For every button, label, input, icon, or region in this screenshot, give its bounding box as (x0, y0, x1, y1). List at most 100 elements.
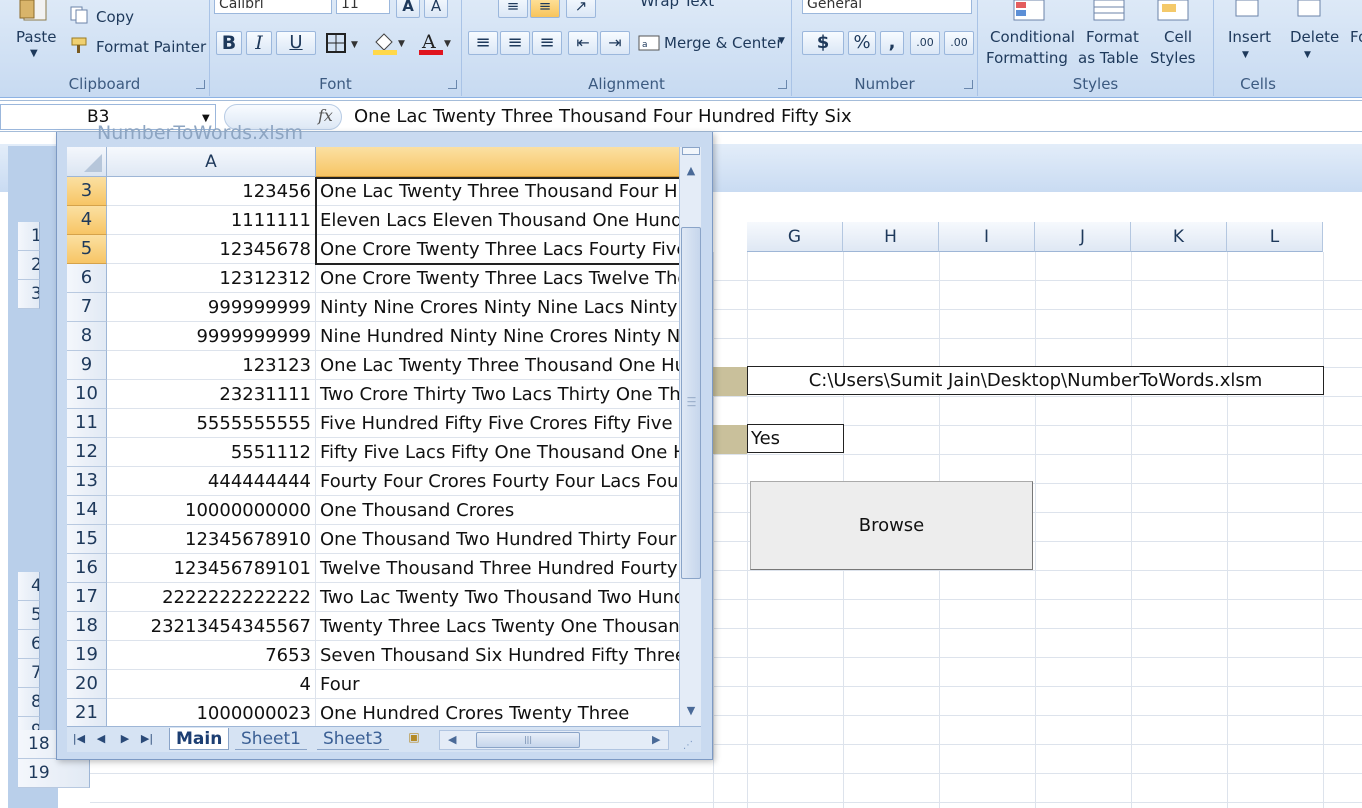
words-cell[interactable]: Fifty Five Lacs Fifty One Thousand One H… (316, 438, 679, 467)
words-cell[interactable]: Nine Hundred Ninty Nine Crores Ninty Nin… (316, 322, 679, 351)
row-header[interactable]: 10 (67, 380, 107, 409)
row-header[interactable]: 14 (67, 496, 107, 525)
column-header-k[interactable]: K (1131, 222, 1227, 252)
words-cell[interactable]: One Thousand Two Hundred Thirty Four (316, 525, 679, 554)
vertical-scroll-thumb[interactable]: — — — (681, 227, 701, 579)
fill-color-icon[interactable]: ▼ (370, 30, 410, 56)
comma-button[interactable]: , (880, 31, 904, 55)
number-cell[interactable]: 4 (107, 670, 316, 699)
words-cell[interactable]: Five Hundred Fifty Five Crores Fifty Fiv… (316, 409, 679, 438)
row-header[interactable]: 18 (67, 612, 107, 641)
middle-align-icon[interactable]: ≡ (530, 0, 560, 18)
number-cell[interactable]: 9999999999 (107, 322, 316, 351)
row-header[interactable]: 20 (67, 670, 107, 699)
background-row-header[interactable]: 7 (18, 659, 40, 688)
yes-cell[interactable]: Yes (747, 424, 844, 453)
number-cell[interactable]: 1111111 (107, 206, 316, 235)
words-cell[interactable]: Two Crore Thirty Two Lacs Thirty One Tho… (316, 380, 679, 409)
words-cell[interactable]: Fourty Four Crores Fourty Four Lacs Four… (316, 467, 679, 496)
top-align-icon[interactable]: ≡ (498, 0, 528, 18)
insert-sheet-icon[interactable]: ▣ (403, 730, 425, 748)
background-row-header[interactable]: 4 (18, 572, 40, 601)
row-header[interactable]: 15 (67, 525, 107, 554)
words-cell[interactable]: Four (316, 670, 679, 699)
paste-dropdown-icon[interactable]: ▼ (30, 48, 38, 59)
number-cell[interactable]: 2222222222222 (107, 583, 316, 612)
words-cell[interactable]: Two Lac Twenty Two Thousand Two Hundred (316, 583, 679, 612)
number-cell[interactable]: 7653 (107, 641, 316, 670)
insert-function-icon[interactable]: fx (318, 106, 333, 125)
align-center-icon[interactable]: ≡ (500, 31, 530, 55)
number-cell[interactable]: 444444444 (107, 467, 316, 496)
grow-font-icon[interactable]: A (396, 0, 420, 18)
column-header-j[interactable]: J (1035, 222, 1131, 252)
row-header[interactable]: 16 (67, 554, 107, 583)
horizontal-scrollbar[interactable]: ◀ ||| ▶ (439, 730, 669, 750)
column-header-g[interactable]: G (747, 222, 843, 252)
number-cell[interactable]: 10000000000 (107, 496, 316, 525)
last-sheet-icon[interactable]: ▶| (139, 731, 155, 747)
row-header[interactable]: 13 (67, 467, 107, 496)
row-header[interactable]: 12 (67, 438, 107, 467)
row-header[interactable]: 3 (67, 177, 107, 206)
scroll-up-icon[interactable]: ▲ (682, 161, 700, 181)
row-header[interactable]: 21 (67, 699, 107, 726)
words-cell[interactable]: One Hundred Crores Twenty Three (316, 699, 679, 726)
decrease-indent-icon[interactable]: ⇤ (568, 31, 598, 55)
decrease-decimal-button[interactable]: .00 (944, 31, 974, 55)
number-cell[interactable]: 123123 (107, 351, 316, 380)
formula-value[interactable]: One Lac Twenty Three Thousand Four Hundr… (354, 106, 852, 127)
row-header[interactable]: 6 (67, 264, 107, 293)
words-cell[interactable]: One Lac Twenty Three Thousand Four Hundr… (316, 177, 679, 206)
split-box[interactable] (682, 147, 700, 155)
number-cell[interactable]: 5555555555 (107, 409, 316, 438)
number-cell[interactable]: 23213454345567 (107, 612, 316, 641)
background-row-header[interactable]: 3 (18, 280, 40, 309)
copy-button[interactable]: Copy (96, 8, 134, 26)
row-header[interactable]: 8 (67, 322, 107, 351)
insert-dropdown-icon[interactable]: ▼ (1242, 50, 1249, 60)
delete-button[interactable]: Delete (1290, 28, 1339, 46)
italic-button[interactable]: I (246, 31, 272, 55)
column-header-h[interactable]: H (843, 222, 939, 252)
insert-button[interactable]: Insert (1228, 28, 1271, 46)
background-row-header[interactable]: 1 (18, 222, 40, 251)
browse-button[interactable]: Browse (750, 481, 1033, 570)
conditional-formatting-label[interactable]: Conditional (990, 28, 1075, 46)
row-header[interactable]: 7 (67, 293, 107, 322)
scroll-down-icon[interactable]: ▼ (682, 701, 700, 721)
number-cell[interactable]: 12312312 (107, 264, 316, 293)
row-header[interactable]: 9 (67, 351, 107, 380)
horizontal-scroll-thumb[interactable]: ||| (476, 732, 580, 748)
merge-center-button[interactable]: Merge & Center (664, 34, 783, 52)
words-cell[interactable]: One Lac Twenty Three Thousand One Hundre… (316, 351, 679, 380)
increase-indent-icon[interactable]: ⇥ (600, 31, 630, 55)
select-all-button[interactable] (67, 147, 107, 177)
column-header-i[interactable]: I (939, 222, 1035, 252)
number-cell[interactable]: 123456789101 (107, 554, 316, 583)
borders-icon[interactable]: ▼ (324, 32, 364, 54)
bold-button[interactable]: B (216, 31, 242, 55)
column-header-b[interactable] (316, 147, 679, 177)
resize-grip-icon[interactable]: ⋰ (683, 740, 693, 751)
tab-sheet1[interactable]: Sheet1 (235, 728, 307, 750)
clipboard-launcher-icon[interactable] (196, 80, 205, 89)
row-header[interactable]: 11 (67, 409, 107, 438)
align-right-icon[interactable]: ≡ (532, 31, 562, 55)
number-cell[interactable]: 5551112 (107, 438, 316, 467)
words-cell[interactable]: Twelve Thousand Three Hundred Fourty (316, 554, 679, 583)
row-header[interactable]: 17 (67, 583, 107, 612)
wrap-text-button[interactable]: Wrap Text (640, 0, 714, 10)
font-size-combo[interactable]: 11 (336, 0, 390, 14)
format-as-table-label-2[interactable]: as Table (1078, 49, 1139, 67)
background-row-header[interactable]: 6 (18, 630, 40, 659)
file-path-cell[interactable]: C:\Users\Sumit Jain\Desktop\NumberToWord… (747, 366, 1324, 395)
number-cell[interactable]: 1000000023 (107, 699, 316, 726)
align-left-icon[interactable]: ≡ (468, 31, 498, 55)
words-cell[interactable]: Ninty Nine Crores Ninty Nine Lacs Ninty … (316, 293, 679, 322)
next-sheet-icon[interactable]: ▶ (117, 731, 133, 747)
number-cell[interactable]: 12345678910 (107, 525, 316, 554)
background-row-header[interactable]: 5 (18, 601, 40, 630)
font-color-icon[interactable]: A ▼ (416, 30, 456, 56)
number-format-combo[interactable]: General (802, 0, 972, 14)
